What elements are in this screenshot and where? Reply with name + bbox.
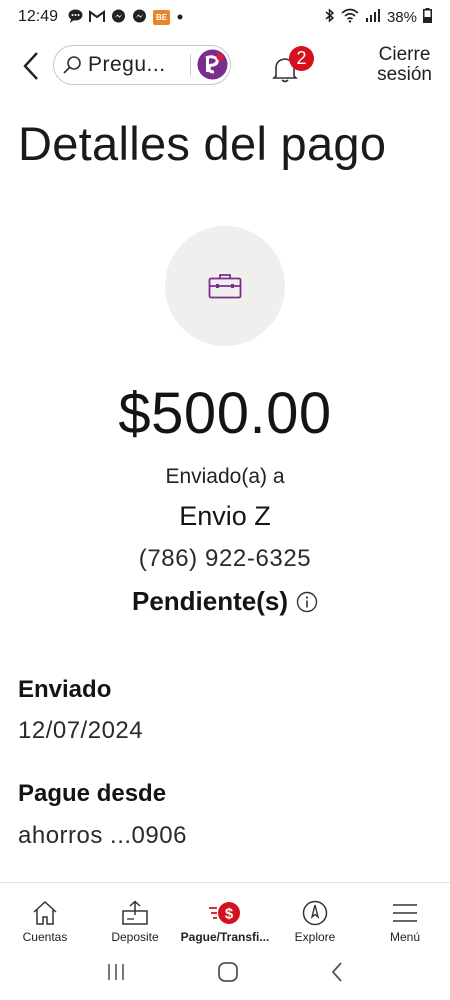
status-time: 12:49 (18, 8, 59, 25)
pay-from-label: Pague desde (18, 780, 167, 807)
menu-icon (393, 903, 417, 922)
erica-assistant-icon[interactable] (197, 49, 228, 80)
dot-icon (176, 11, 184, 23)
payment-amount: $500.00 (118, 381, 332, 446)
recipient-name: Envio Z (179, 501, 271, 531)
status-label: Pendiente(s) (131, 586, 289, 616)
recent-apps-button[interactable] (106, 962, 126, 987)
chevron-left-icon (23, 52, 38, 80)
messenger-icon (111, 9, 126, 26)
payment-status: Pendiente(s) (0, 586, 450, 617)
search-divider (190, 54, 191, 76)
nav-item-cuentas[interactable]: Cuentas (0, 883, 90, 948)
pay-transfer-icon: $ (209, 901, 240, 924)
system-nav-bar (0, 948, 450, 1000)
bottom-nav: Cuentas Deposite $ Pague/Transfi... Expl… (0, 882, 450, 948)
sent-date-value: 12/07/2024 (18, 717, 144, 744)
nav-label: Cuentas (22, 930, 68, 944)
nav-label: Pague/Transfi... (180, 930, 270, 944)
nav-item-explore[interactable]: Explore (270, 883, 360, 948)
nav-label: Deposite (111, 930, 159, 944)
sent-date-label: Enviado (18, 676, 112, 703)
recipient-phone: (786) 922-6325 (138, 545, 312, 572)
nav-item-deposite[interactable]: Deposite (90, 883, 180, 948)
chat-bubble-icon (68, 9, 83, 25)
nav-label: Menú (389, 930, 421, 944)
notifications-button[interactable]: 2 (270, 46, 318, 88)
compass-icon (302, 900, 328, 925)
logout-label-line2: sesión (377, 64, 432, 85)
info-icon[interactable] (296, 591, 318, 613)
home-button[interactable] (217, 961, 239, 988)
notification-count-badge: 2 (289, 46, 314, 71)
recent-apps-icon (107, 963, 124, 980)
briefcase-icon (208, 274, 242, 299)
system-back-button[interactable] (330, 961, 344, 988)
signal-icon (365, 8, 381, 26)
battery-percent: 38% (386, 8, 417, 26)
battery-icon (423, 7, 432, 27)
messenger-icon (132, 9, 147, 26)
home-circle-icon (218, 961, 238, 982)
search-icon (63, 56, 81, 74)
sent-to-label: Enviado(a) a (165, 465, 285, 488)
svg-text:$: $ (225, 905, 234, 922)
search-input[interactable]: Pregu... (53, 45, 231, 85)
logout-label-line1: Cierre (378, 44, 431, 65)
payment-category-badge (165, 226, 285, 346)
deposit-icon (122, 899, 148, 925)
pay-from-value: ahorros ...0906 (18, 822, 187, 849)
app-icon: BE (153, 9, 171, 25)
logout-button[interactable]: Cierre sesión (377, 45, 432, 85)
page-title: Detalles del pago (18, 117, 387, 170)
nav-item-pague-transfiera[interactable]: $ Pague/Transfi... (180, 883, 270, 948)
chevron-left-icon (332, 961, 342, 982)
home-icon (33, 900, 57, 925)
bluetooth-icon (324, 7, 335, 27)
wifi-icon (341, 8, 359, 27)
nav-item-menu[interactable]: Menú (360, 883, 450, 948)
app-header: Pregu... 2 Cierre sesión (0, 40, 450, 92)
gmail-icon (89, 9, 106, 25)
back-button[interactable] (14, 48, 48, 84)
status-bar: 12:49 BE 38% (0, 0, 450, 34)
search-placeholder: Pregu... (88, 53, 166, 76)
nav-label: Explore (294, 930, 336, 944)
